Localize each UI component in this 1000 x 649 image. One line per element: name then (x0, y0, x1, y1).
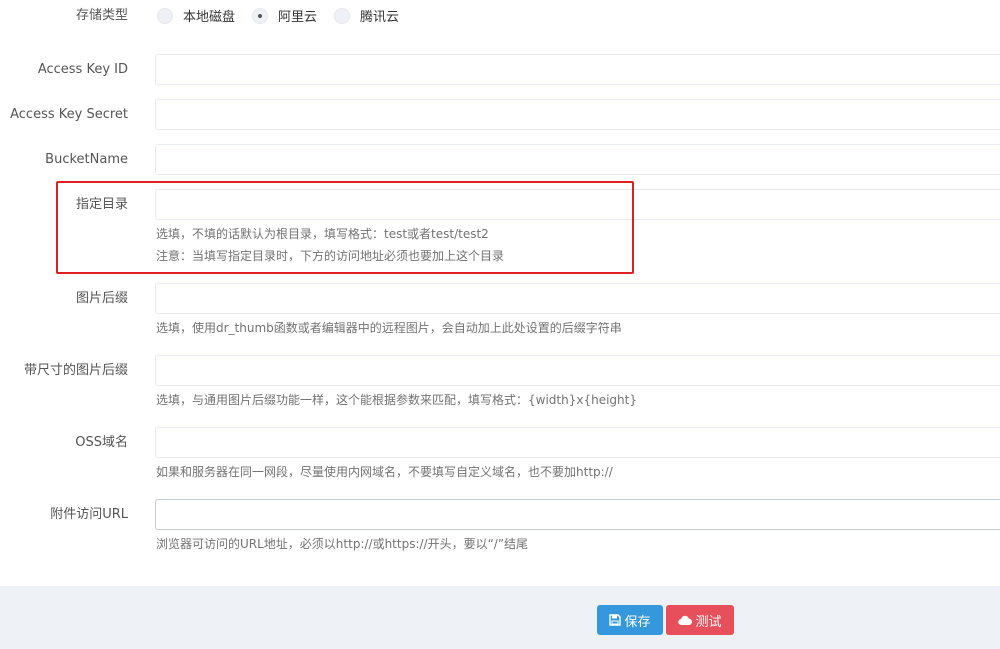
attachment-url-help-text: 浏览器可访问的URL地址，必须以http://或https://开头，要以“/”… (156, 537, 529, 551)
radio-label: 本地磁盘 (183, 10, 236, 25)
radio-label: 阿里云 (278, 10, 318, 25)
radio-label: 腾讯云 (360, 10, 400, 25)
sized-image-suffix-label: 带尺寸的图片后缀 (23, 363, 128, 378)
test-button-label: 测试 (695, 614, 722, 630)
radio-circle[interactable] (157, 7, 173, 24)
attachment-url-label: 附件访问URL (50, 507, 128, 522)
save-button[interactable]: 保存 (597, 605, 663, 635)
bucket-name-input[interactable] (155, 144, 1000, 175)
storage-type-radio-group: 本地磁盘 阿里云 腾讯云 (157, 6, 416, 25)
test-button[interactable]: 测试 (666, 605, 734, 635)
access-key-id-input[interactable] (155, 54, 1000, 85)
image-suffix-input[interactable] (155, 283, 1000, 314)
radio-tencent-cloud[interactable]: 腾讯云 (334, 6, 399, 25)
storage-settings-form: 存储类型 本地磁盘 阿里云 腾讯云 Access Key ID Access K… (0, 0, 1000, 649)
highlight-annotation-box (56, 181, 634, 274)
radio-local-disk[interactable]: 本地磁盘 (157, 6, 235, 25)
access-key-id-label: Access Key ID (37, 62, 128, 77)
sized-image-suffix-help-text: 选填，与通用图片后缀功能一样，这个能根据参数来匹配，填写格式：{width}x{… (156, 393, 637, 407)
oss-domain-label: OSS域名 (75, 435, 128, 450)
attachment-url-input[interactable] (155, 499, 1000, 530)
radio-circle[interactable] (252, 7, 269, 24)
form-actions-bar (0, 586, 1000, 649)
save-icon (609, 614, 622, 626)
radio-aliyun[interactable]: 阿里云 (252, 6, 317, 25)
bucket-name-label: BucketName (45, 152, 128, 167)
cloud-icon (678, 615, 693, 625)
image-suffix-label: 图片后缀 (75, 291, 128, 306)
access-key-secret-label: Access Key Secret (10, 107, 128, 122)
image-suffix-help-text: 选填，使用dr_thumb函数或者编辑器中的远程图片，会自动加上此处设置的后缀字… (156, 321, 622, 335)
oss-domain-input[interactable] (155, 427, 1000, 458)
access-key-secret-input[interactable] (155, 99, 1000, 130)
radio-circle[interactable] (334, 7, 351, 24)
save-button-label: 保存 (624, 614, 651, 630)
sized-image-suffix-input[interactable] (155, 355, 1000, 386)
storage-type-label: 存储类型 (75, 8, 128, 23)
oss-domain-help-text: 如果和服务器在同一网段，尽量使用内网域名，不要填写自定义域名，也不要加http:… (156, 465, 613, 479)
